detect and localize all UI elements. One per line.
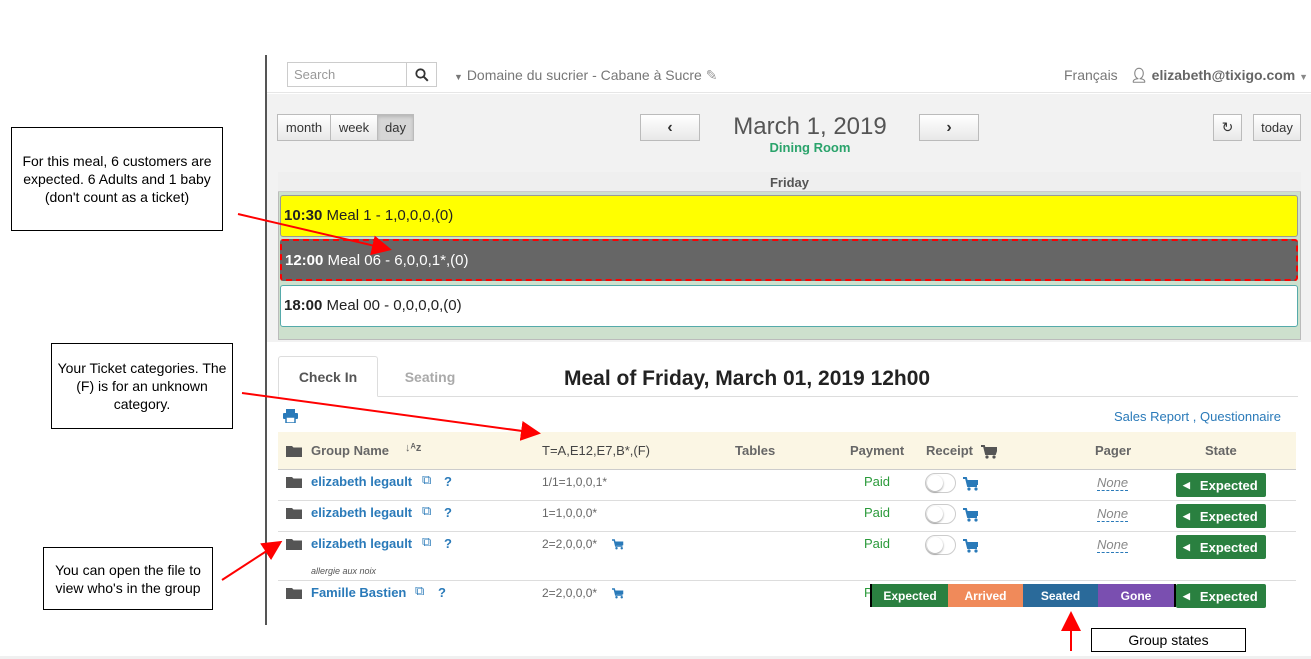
arrow-to-meal bbox=[237, 213, 392, 256]
arrow-to-folder bbox=[221, 540, 283, 581]
annotation-arrows bbox=[221, 213, 1081, 651]
arrow-to-tickets bbox=[241, 392, 541, 441]
